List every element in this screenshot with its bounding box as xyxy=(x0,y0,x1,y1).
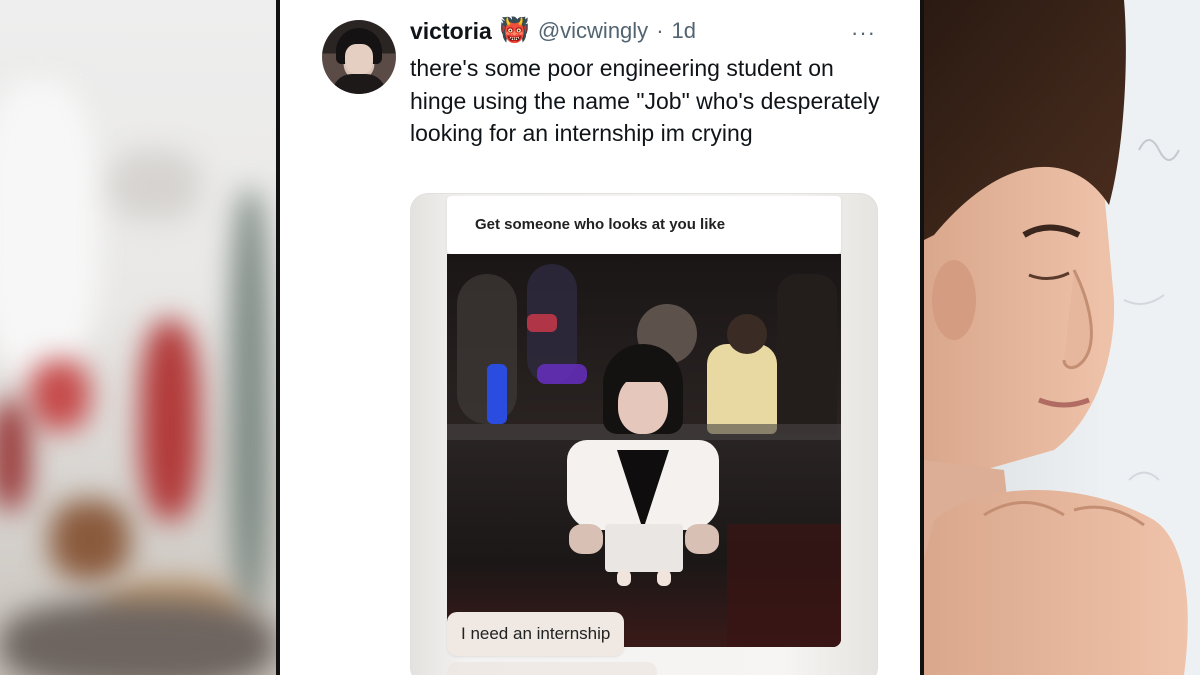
more-options-icon[interactable]: ··· xyxy=(851,20,876,46)
avatar[interactable] xyxy=(322,20,396,94)
left-background-photo xyxy=(0,0,276,675)
handle[interactable]: @vicwingly xyxy=(538,18,648,44)
tweet-media[interactable]: Get someone who looks at you like I need… xyxy=(410,193,878,675)
tweet-panel: victoria 👹 @vicwingly · 1d ··· there's s… xyxy=(280,0,920,675)
tweet-header: victoria 👹 @vicwingly · 1d xyxy=(410,16,696,46)
hinge-photo xyxy=(447,254,841,647)
hinge-prompt-text: Get someone who looks at you like xyxy=(475,216,726,233)
reply-bubble-shadow xyxy=(447,662,657,675)
display-name[interactable]: victoria xyxy=(410,18,492,45)
student-illustration xyxy=(924,0,1200,675)
hinge-reply-bubble: I need an internship xyxy=(447,612,625,656)
ogre-emoji-icon: 👹 xyxy=(499,17,530,44)
right-photo xyxy=(924,0,1200,675)
timestamp[interactable]: 1d xyxy=(672,18,696,44)
separator-dot: · xyxy=(656,18,664,43)
hinge-prompt-card: Get someone who looks at you like xyxy=(447,196,841,254)
tweet-text: there's some poor engineering student on… xyxy=(410,55,880,146)
